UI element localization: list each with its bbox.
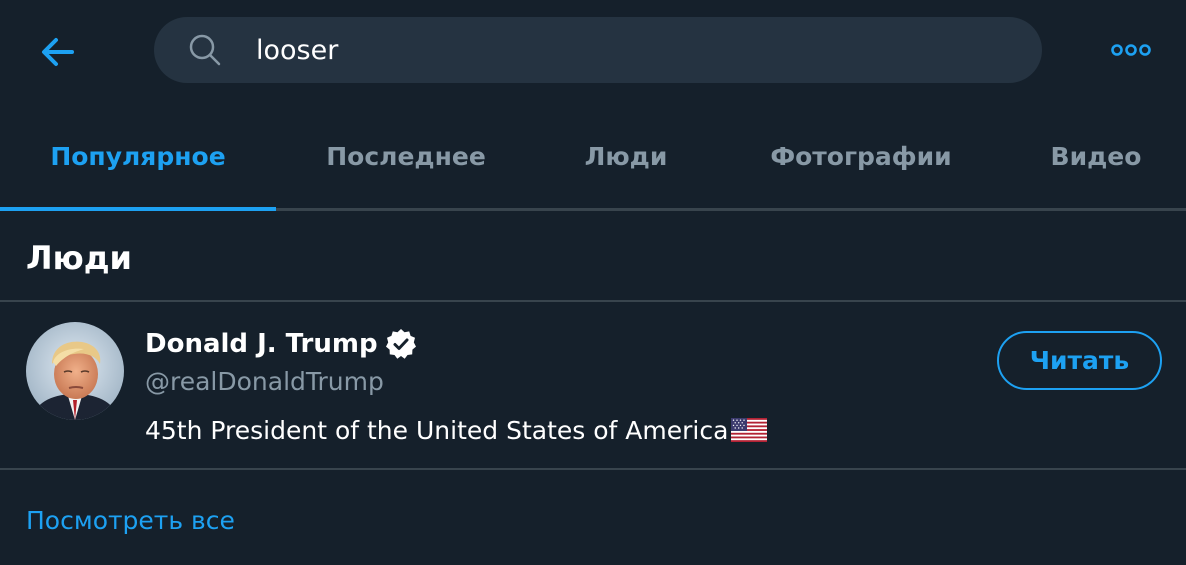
verified-badge-icon [385,329,416,359]
section-divider [0,300,1186,302]
search-box[interactable] [154,17,1042,83]
search-icon [189,34,221,66]
tab-photos[interactable]: Фотографии [716,104,1006,208]
user-name-row: Donald J. Trump [145,325,418,363]
tab-latest[interactable]: Последнее [276,104,536,208]
arrow-left-icon [42,38,74,66]
user-display-name[interactable]: Donald J. Trump [145,329,378,359]
user-result-row[interactable]: Donald J. Trump @realDonaldTrump 45th Pr… [0,303,1186,469]
more-button[interactable] [1106,34,1156,66]
avatar[interactable] [26,322,124,420]
more-horizontal-icon [1111,44,1151,56]
user-bio: 45th President of the United States of A… [145,412,768,448]
see-all-link[interactable]: Посмотреть все [26,502,235,540]
tab-videos[interactable]: Видео [1006,104,1186,208]
search-tabs: Популярное Последнее Люди Фотографии Вид… [0,104,1186,211]
back-button[interactable] [36,31,78,73]
us-flag-icon [731,418,768,442]
active-tab-indicator [0,207,276,211]
section-title: Люди [26,239,132,277]
follow-button[interactable]: Читать [997,331,1162,390]
user-handle: @realDonaldTrump [145,367,384,396]
search-input[interactable] [256,17,996,83]
user-bio-text: 45th President of the United States of A… [145,415,729,445]
tab-popular[interactable]: Популярное [0,104,276,208]
tab-people[interactable]: Люди [536,104,716,208]
avatar-image [26,322,124,420]
results-divider [0,468,1186,470]
top-bar [0,0,1186,100]
